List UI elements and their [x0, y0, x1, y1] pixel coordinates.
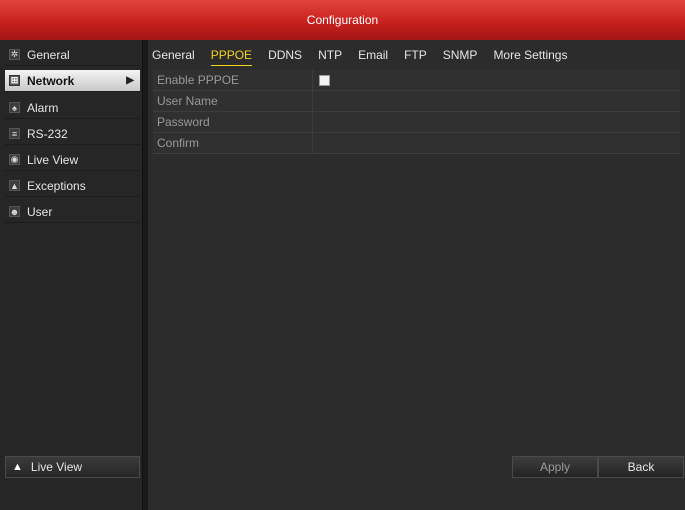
live-view-label: Live View: [30, 460, 83, 474]
sidebar-item-user[interactable]: ☻ User: [5, 201, 140, 223]
warning-icon: ▲: [9, 180, 20, 191]
tab-ntp[interactable]: NTP: [318, 48, 342, 66]
window-title: Configuration: [306, 13, 379, 27]
home-icon: ▲: [12, 461, 23, 473]
sidebar-item-label: User: [27, 204, 53, 219]
tab-general[interactable]: General: [152, 48, 195, 66]
tab-ftp[interactable]: FTP: [404, 48, 427, 66]
password-label: Password: [153, 112, 313, 132]
form-row-confirm: Confirm: [153, 133, 680, 154]
pppoe-form: Enable PPPOE User Name Password Confirm: [153, 70, 680, 154]
chevron-right-icon: ▶: [126, 75, 134, 86]
sidebar-item-label: Exceptions: [27, 178, 86, 193]
sidebar-item-rs232[interactable]: ≡ RS-232: [5, 123, 140, 145]
confirm-label: Confirm: [153, 133, 313, 153]
eye-icon: ◉: [9, 154, 20, 165]
sidebar-item-live-view[interactable]: ◉ Live View: [5, 149, 140, 171]
serial-port-icon: ≡: [9, 128, 20, 139]
form-row-enable-pppoe: Enable PPPOE: [153, 70, 680, 91]
live-view-button[interactable]: ▲ Live View: [5, 456, 140, 478]
confirm-password-field[interactable]: [313, 133, 680, 153]
main-panel: General PPPOE DDNS NTP Email FTP SNMP Mo…: [148, 40, 685, 510]
sidebar-item-label: Network: [27, 73, 75, 88]
sidebar: ✲ General ⊞ Network ▶ ♠ Alarm ≡ RS-232 ◉…: [0, 40, 143, 510]
tab-pppoe[interactable]: PPPOE: [210, 48, 253, 66]
tab-ddns[interactable]: DDNS: [268, 48, 302, 66]
user-name-label: User Name: [153, 91, 313, 111]
sidebar-item-exceptions[interactable]: ▲ Exceptions: [5, 175, 140, 197]
tab-more-settings[interactable]: More Settings: [493, 48, 567, 66]
sidebar-item-label: RS-232: [27, 126, 68, 141]
sidebar-item-label: Alarm: [27, 100, 59, 115]
sidebar-item-general[interactable]: ✲ General: [5, 44, 140, 66]
alarm-icon: ♠: [9, 102, 20, 113]
users-icon: ☻: [9, 206, 20, 217]
sidebar-item-label: General: [27, 47, 70, 62]
form-row-user-name: User Name: [153, 91, 680, 112]
tab-snmp[interactable]: SNMP: [443, 48, 478, 66]
back-button[interactable]: Back: [598, 456, 684, 478]
tab-bar: General PPPOE DDNS NTP Email FTP SNMP Mo…: [148, 40, 685, 66]
enable-pppoe-checkbox[interactable]: [319, 74, 330, 86]
title-bar: Configuration: [0, 0, 685, 40]
enable-pppoe-label: Enable PPPOE: [153, 70, 313, 90]
gear-icon: ✲: [9, 49, 20, 60]
sidebar-item-network[interactable]: ⊞ Network ▶: [5, 70, 140, 92]
sidebar-item-alarm[interactable]: ♠ Alarm: [5, 97, 140, 119]
password-field[interactable]: [313, 112, 680, 132]
user-name-field[interactable]: [313, 91, 680, 111]
sidebar-item-label: Live View: [27, 152, 79, 167]
form-row-password: Password: [153, 112, 680, 133]
network-icon: ⊞: [9, 75, 20, 86]
tab-email[interactable]: Email: [358, 48, 388, 66]
apply-button[interactable]: Apply: [512, 456, 598, 478]
